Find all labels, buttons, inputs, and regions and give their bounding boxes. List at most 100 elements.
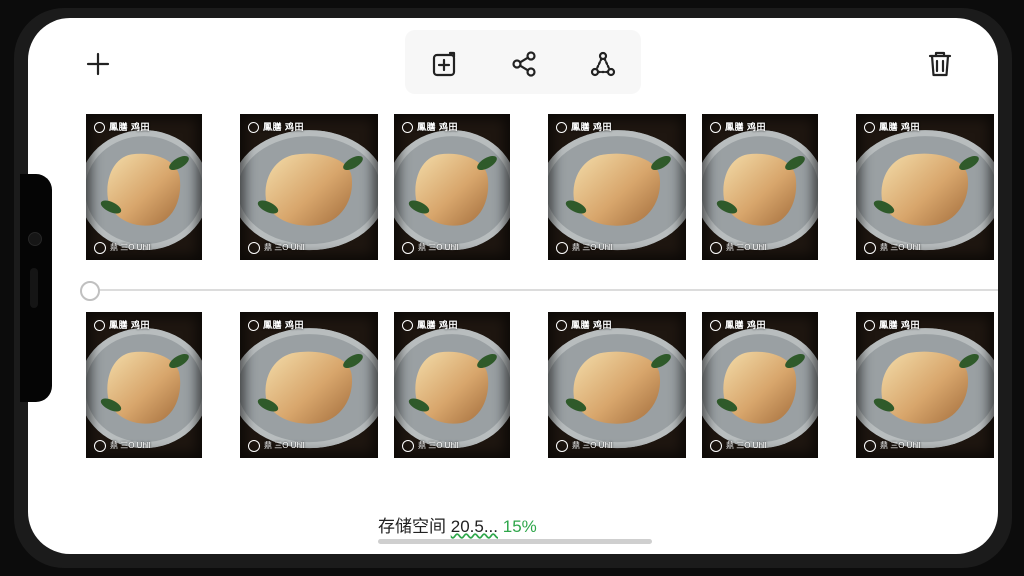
logo-icon: [402, 320, 413, 332]
sensor-pill: [30, 268, 38, 308]
screen: 鳳膳 鸡田鼎 三O Uhll 鳳膳 鸡田鼎 三O Uhll 鳳膳 鸡田鼎 三O Uh…: [28, 18, 998, 554]
trash-icon: [928, 51, 952, 77]
photo-caption-bottom: 鼎 三O Uhll: [556, 242, 612, 254]
caption-text: 鳳膳 鸡田: [263, 320, 305, 330]
storage-value: 20.5...: [450, 517, 498, 536]
clock-icon: [556, 242, 568, 254]
plus-icon: [86, 52, 110, 76]
scan-icon: [590, 51, 616, 77]
caption-text: 鼎 三O Uhll: [572, 441, 613, 451]
caption-text: 鼎 三O Uhll: [572, 243, 613, 253]
vignette: [548, 312, 686, 458]
delete-button[interactable]: [920, 44, 960, 84]
scrubber-handle[interactable]: [80, 281, 100, 301]
vignette: [394, 312, 510, 458]
logo-icon: [710, 320, 721, 332]
scan-button[interactable]: [583, 44, 623, 84]
photo-caption-bottom: 鼎 三O Uhll: [864, 440, 920, 452]
storage-indicator: 存储空间 20.5... 15%: [378, 512, 537, 537]
photo-caption-bottom: 鼎 三O Uhll: [556, 440, 612, 452]
photo-thumbnail[interactable]: 鳳膳 鸡田鼎 三O Uhll: [240, 312, 378, 458]
photo-caption-top: 鳳膳 鸡田: [710, 318, 767, 332]
caption-text: 鳳膳 鸡田: [571, 122, 613, 132]
photo-caption-bottom: 鼎 三O Uhll: [864, 242, 920, 254]
vignette: [702, 312, 818, 458]
caption-text: 鼎 三O Uhll: [110, 243, 151, 253]
caption-text: 鳳膳 鸡田: [725, 122, 767, 132]
caption-text: 鳳膳 鸡田: [417, 320, 459, 330]
photo-thumbnail[interactable]: 鳳膳 鸡田鼎 三O Uhll: [394, 114, 510, 260]
photo-thumbnail[interactable]: 鳳膳 鸡田鼎 三O Uhll: [702, 114, 818, 260]
logo-icon: [556, 320, 567, 332]
vignette: [240, 114, 378, 260]
caption-text: 鳳膳 鸡田: [263, 122, 305, 132]
photo-thumbnail[interactable]: 鳳膳 鸡田鼎 三O Uhll: [394, 312, 510, 458]
logo-icon: [710, 122, 721, 134]
clock-icon: [248, 242, 260, 254]
scrubber-track[interactable]: [90, 289, 998, 291]
logo-icon: [94, 122, 105, 134]
clock-icon: [556, 440, 568, 452]
photo-caption-top: 鳳膳 鸡田: [556, 120, 613, 134]
photo-thumbnail[interactable]: 鳳膳 鸡田鼎 三O Uhll: [548, 312, 686, 458]
logo-icon: [864, 122, 875, 134]
logo-icon: [556, 122, 567, 134]
clock-icon: [710, 440, 722, 452]
logo-icon: [402, 122, 413, 134]
photo-thumbnail[interactable]: 鳳膳 鸡田鼎 三O Uhll: [856, 312, 994, 458]
clock-icon: [710, 242, 722, 254]
photo-row-1: 鳳膳 鸡田鼎 三O Uhll 鳳膳 鸡田鼎 三O Uhll 鳳膳 鸡田鼎 三O Uh…: [86, 114, 998, 260]
share-icon: [512, 51, 536, 77]
caption-text: 鼎 三O Uhll: [418, 441, 459, 451]
photo-caption-top: 鳳膳 鸡田: [94, 318, 150, 332]
caption-text: 鳳膳 鸡田: [725, 320, 767, 330]
caption-text: 鼎 三O Uhll: [880, 243, 921, 253]
photo-thumbnail[interactable]: 鳳膳 鸡田鼎 三O Uhll: [240, 114, 378, 260]
photo-caption-top: 鳳膳 鸡田: [402, 120, 459, 134]
home-indicator[interactable]: [378, 539, 652, 544]
photo-thumbnail[interactable]: 鳳膳 鸡田鼎 三O Uhll: [548, 114, 686, 260]
share-button[interactable]: [504, 44, 544, 84]
photo-caption-bottom: 鼎 三O Uhll: [248, 440, 304, 452]
caption-text: 鼎 三O Uhll: [264, 243, 305, 253]
photo-caption-bottom: 鼎 三O Uhll: [248, 242, 304, 254]
photo-caption-top: 鳳膳 鸡田: [94, 120, 151, 134]
photo-thumbnail[interactable]: 鳳膳 鸡田鼎 三O Uhll: [702, 312, 818, 458]
caption-text: 鳳膳 鸡田: [571, 320, 613, 330]
photo-thumbnail[interactable]: 鳳膳 鸡田鼎 三O Uhll: [86, 114, 202, 260]
caption-text: 鳳膳 鸡田: [109, 122, 151, 132]
photo-caption-bottom: 鼎 三O Uhll: [710, 440, 766, 452]
add-photo-icon: [432, 51, 456, 77]
vignette: [86, 312, 202, 458]
photo-caption-top: 鳳膳 鸡田: [710, 120, 767, 134]
photo-caption-bottom: 鼎 三O Uhll: [710, 242, 766, 254]
caption-text: 鼎 三O Uhll: [110, 441, 151, 451]
photo-caption-bottom: 鼎 三O Uhll: [94, 242, 150, 254]
caption-text: 鳳膳 鸡田: [417, 122, 459, 132]
photo-caption-bottom: 鼎 三O Uhll: [94, 440, 150, 452]
vignette: [856, 114, 994, 260]
add-button[interactable]: [78, 44, 118, 84]
logo-icon: [94, 320, 105, 332]
clock-icon: [402, 242, 414, 254]
photo-caption-bottom: 鼎 三O Uhll: [402, 242, 458, 254]
clock-icon: [402, 440, 414, 452]
caption-text: 鼎 三O Uhll: [264, 441, 305, 451]
vignette: [702, 114, 818, 260]
logo-icon: [248, 320, 259, 332]
storage-percent: 15%: [502, 517, 537, 536]
add-to-album-button[interactable]: [425, 44, 465, 84]
vignette: [856, 312, 994, 458]
vignette: [240, 312, 378, 458]
vignette: [394, 114, 510, 260]
photo-caption-top: 鳳膳 鸡田: [556, 318, 613, 332]
photo-thumbnail[interactable]: 鳳膳 鸡田鼎 三O Uhll: [856, 114, 994, 260]
caption-text: 鼎 三O Uhll: [726, 441, 767, 451]
vignette: [548, 114, 686, 260]
clock-icon: [864, 440, 876, 452]
clock-icon: [864, 242, 876, 254]
camera-dot: [28, 232, 42, 246]
photo-thumbnail[interactable]: 鳳膳 鸡田鼎 三O Uhll: [86, 312, 202, 458]
side-notch: [20, 174, 52, 402]
photo-caption-bottom: 鼎 三O Uhll: [402, 440, 458, 452]
